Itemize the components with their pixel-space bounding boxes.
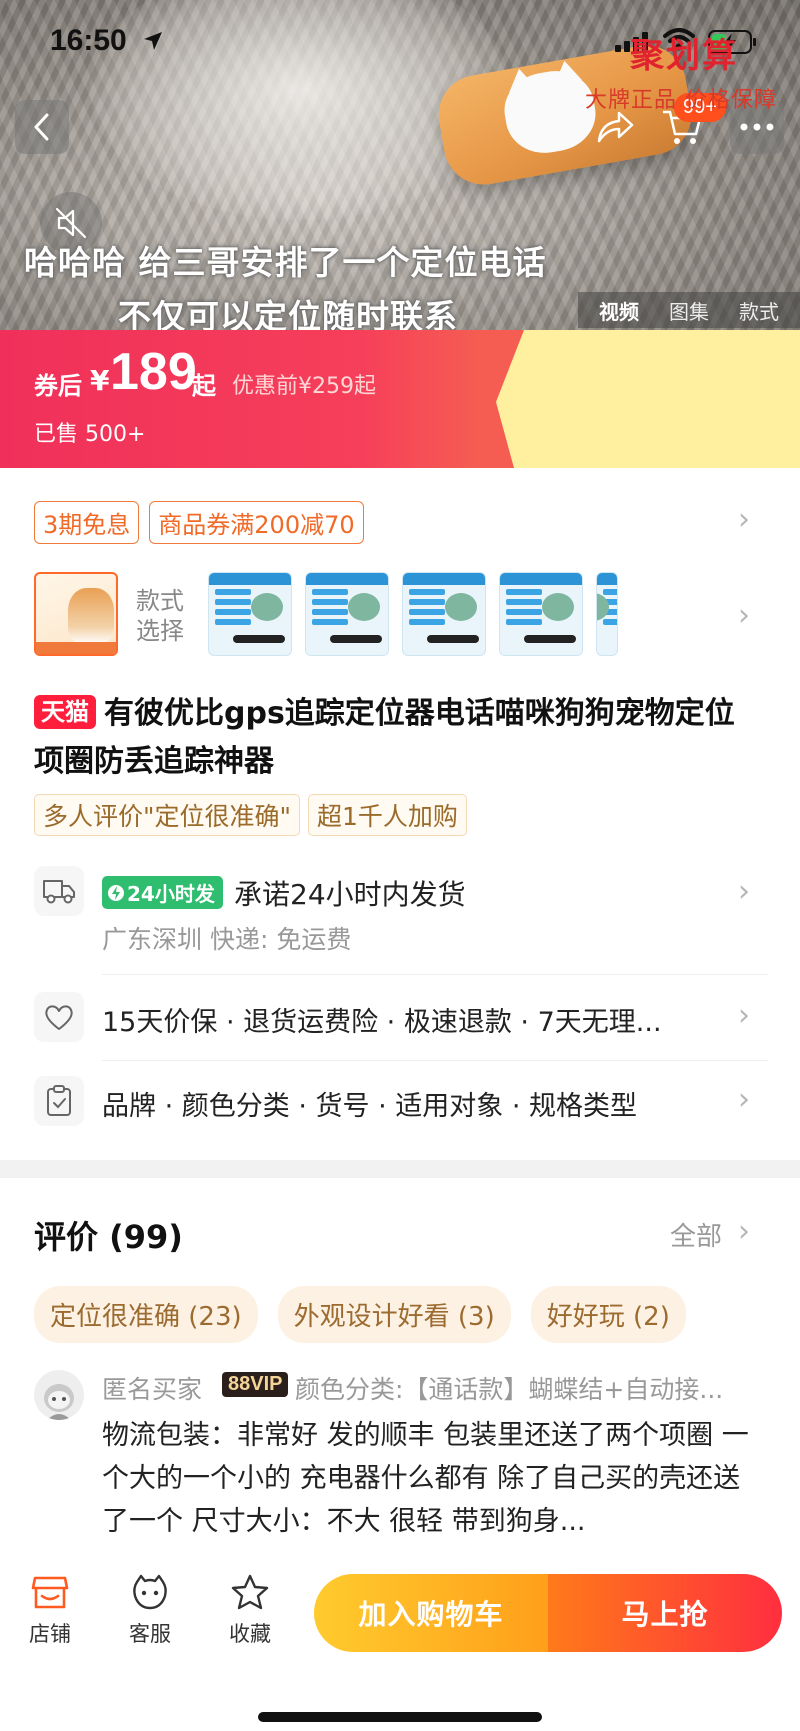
customer-service-button[interactable]: 客服 (110, 1574, 190, 1648)
currency-symbol: ¥ (90, 364, 110, 397)
more-dots-icon (740, 123, 774, 131)
service-chevron-icon[interactable]: › (738, 998, 750, 1033)
media-tab-gallery[interactable]: 图集 (669, 296, 709, 325)
price-banner: 券后 ¥ 189 起 优惠前¥259起 已售 500+ (0, 330, 800, 468)
lightning-icon (108, 884, 124, 901)
shop-icon (31, 1576, 69, 1609)
juhuasuan-subtitle: 大牌正品 价格保障 (585, 88, 777, 113)
star-icon (231, 1574, 269, 1610)
back-button[interactable] (15, 100, 69, 154)
reviews-all-link[interactable]: 全部 (670, 1216, 722, 1253)
tmall-badge: 天猫 (34, 695, 96, 729)
service-face-icon (133, 1574, 167, 1610)
feature-tag: 多人评价"定位很准确" (34, 794, 300, 836)
variant-thumb-selected[interactable] (34, 572, 118, 656)
chevron-left-icon (34, 113, 49, 141)
media-tab-video[interactable]: 视频 (599, 296, 639, 325)
original-price: 优惠前¥259起 (232, 374, 376, 399)
add-to-cart-button[interactable]: 加入购物车 (314, 1574, 548, 1652)
review-tag[interactable]: 好好玩 (2) (530, 1286, 686, 1343)
reviews-chevron-icon[interactable]: › (738, 1214, 750, 1249)
sold-count: 已售 500+ (34, 422, 146, 447)
product-title: 有彼优比gps追踪定位器电话喵咪狗狗宠物定位项圈防丢追踪神器 (34, 696, 735, 779)
ship-24h-badge: 24小时发 (102, 876, 223, 909)
review-tag[interactable]: 外观设计好看 (3) (277, 1286, 511, 1343)
review-body[interactable]: 物流包装：非常好 发的顺丰 包装里还送了两个项圈 一个大的一个小的 充电器什么都… (102, 1414, 752, 1543)
video-subtitle-line1: 哈哈哈 给三哥安排了一个定位电话 (24, 243, 547, 282)
after-coupon-label: 券后 (34, 372, 82, 400)
variant-chevron-icon[interactable]: › (738, 598, 750, 633)
video-subtitle-line2: 不仅可以定位随时联系 (118, 297, 458, 330)
review-tags: 定位很准确 (23) 外观设计好看 (3) 好好玩 (2) (34, 1286, 686, 1343)
reviewer-name: 匿名买家 (102, 1375, 203, 1404)
favorite-button[interactable]: 收藏 (210, 1574, 290, 1648)
section-divider (0, 1160, 800, 1178)
review-tag[interactable]: 定位很准确 (23) (34, 1286, 258, 1343)
buy-now-button[interactable]: 马上抢 (548, 1574, 782, 1652)
cta-group: 加入购物车 马上抢 (314, 1574, 782, 1652)
price-from-suffix: 起 (192, 372, 216, 400)
promo-coupon: 商品券满200减70 (149, 501, 364, 544)
home-indicator (258, 1712, 542, 1722)
variant-select-label[interactable]: 款式选择 (136, 586, 192, 646)
feature-tag: 超1千人加购 (308, 794, 467, 836)
media-tab-style[interactable]: 款式 (739, 296, 779, 325)
status-time: 16:50 (50, 24, 127, 57)
speaker-muted-icon (55, 207, 87, 239)
product-title-block: 天猫 有彼优比gps追踪定位器电话喵咪狗狗宠物定位项圈防丢追踪神器 (34, 690, 764, 786)
heart-shield-icon (34, 992, 84, 1042)
params-chevron-icon[interactable]: › (738, 1082, 750, 1117)
variant-thumb[interactable] (305, 572, 389, 656)
juhuasuan-panel (496, 330, 800, 468)
promo-chevron-icon[interactable]: › (738, 502, 750, 537)
clipboard-check-icon (34, 1076, 84, 1126)
promo-installment: 3期免息 (34, 501, 140, 544)
location-arrow-icon (144, 32, 162, 50)
variant-thumb[interactable] (499, 572, 583, 656)
truck-icon (34, 866, 84, 916)
ship-origin: 广东深圳 快递: 免运费 (102, 925, 352, 954)
share-icon (597, 111, 634, 143)
variant-thumb[interactable] (208, 572, 292, 656)
vip-badge: 88VIP (222, 1372, 289, 1397)
juhuasuan-title: 聚划算 (630, 36, 738, 76)
promo-row[interactable]: 3期免息 商品券满200减70 (34, 501, 364, 544)
divider (102, 1060, 768, 1061)
service-guarantees[interactable]: 15天价保 · 退货运费险 · 极速退款 · 7天无理... (102, 1000, 722, 1039)
product-params[interactable]: 品牌 · 颜色分类 · 货号 · 适用对象 · 规格类型 (102, 1084, 722, 1123)
reviews-title: 评价 (99) (34, 1218, 183, 1256)
media-tab-bar: 视频 图集 款式 (578, 292, 800, 328)
variant-thumb[interactable] (402, 572, 486, 656)
variant-thumb[interactable] (596, 572, 618, 656)
price-value: 189 (110, 343, 197, 401)
ship-promise: 承诺24小时内发货 (234, 878, 466, 911)
avatar (34, 1370, 84, 1420)
product-feature-tags: 多人评价"定位很准确" 超1千人加购 (34, 794, 467, 836)
shop-button[interactable]: 店铺 (10, 1574, 90, 1648)
bottom-action-bar: 店铺 客服 收藏 加入购物车 马上抢 (0, 1560, 800, 1731)
shipping-chevron-icon[interactable]: › (738, 874, 750, 909)
review-spec: 颜色分类:【通话款】蝴蝶结+自动接... (295, 1375, 724, 1404)
divider (102, 974, 768, 975)
